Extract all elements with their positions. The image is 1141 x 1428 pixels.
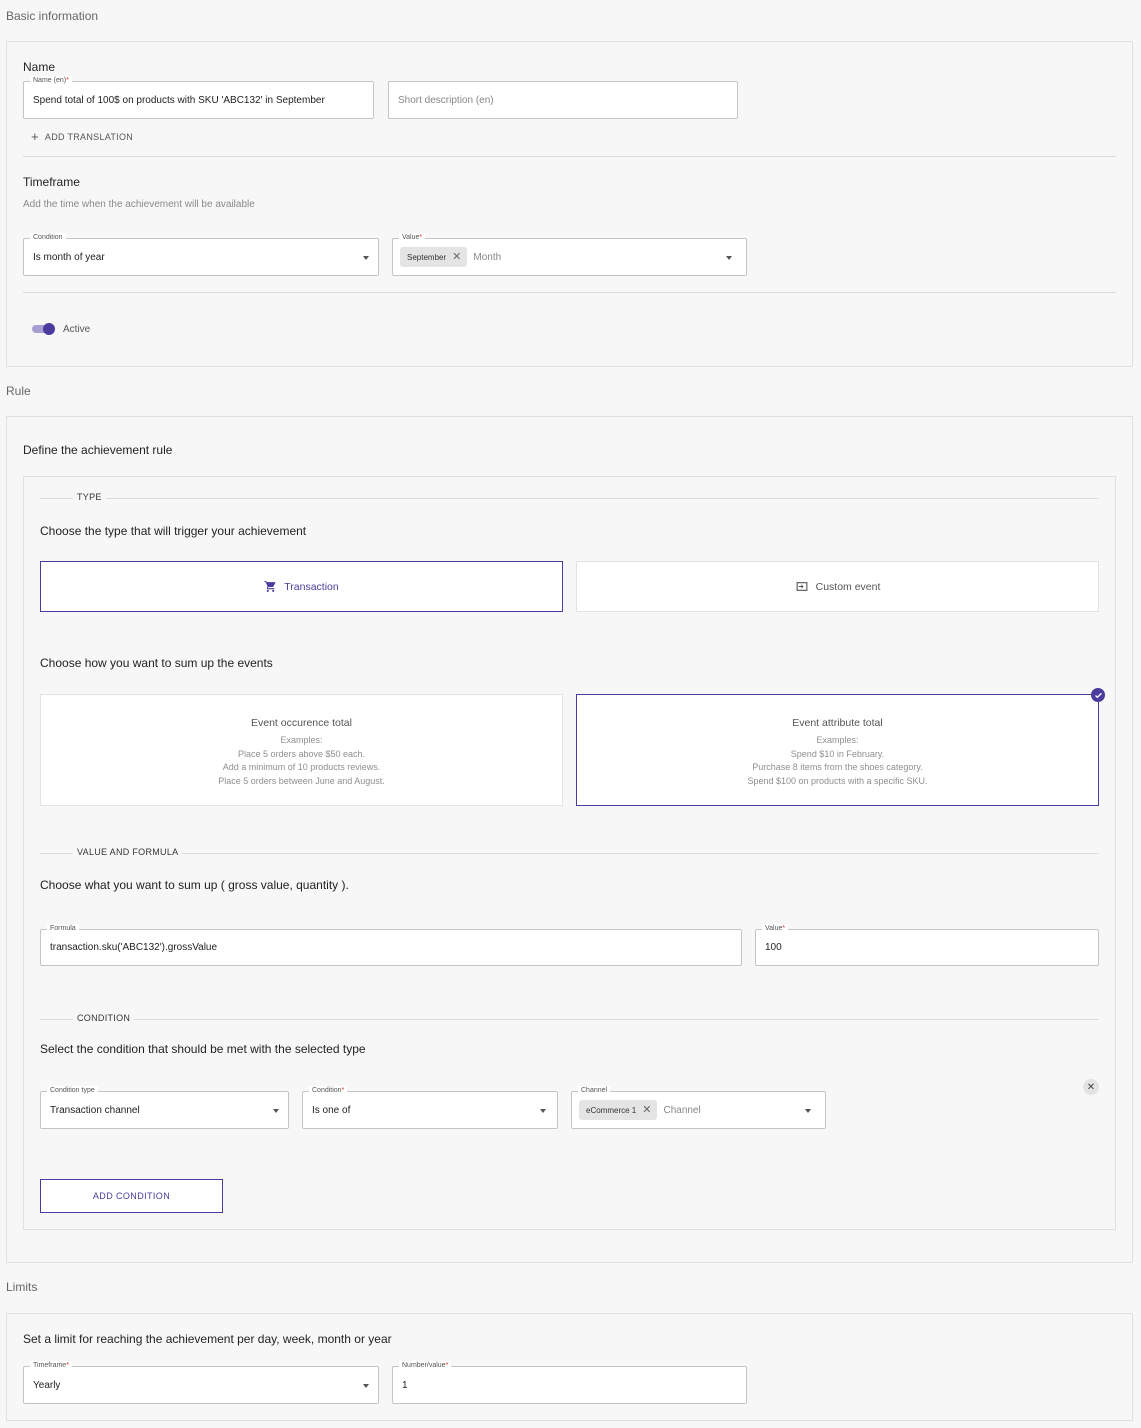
add-condition-button[interactable]: ADD CONDITION [40, 1179, 223, 1213]
name-divider [23, 156, 1116, 157]
chevron-down-icon [363, 256, 369, 260]
example-line: Place 5 orders between June and August. [218, 775, 385, 786]
condition-select[interactable]: Condition* Is one of [302, 1086, 558, 1129]
name-field-value: Spend total of 100$ on products with SKU… [33, 94, 325, 106]
short-description-placeholder: Short description (en) [398, 94, 494, 106]
month-placeholder: Month [473, 251, 502, 263]
timeframe-condition-value: Is month of year [33, 251, 105, 263]
type-prompt: Choose the type that will trigger your a… [40, 524, 307, 538]
value-value: 100 [765, 942, 782, 953]
close-icon[interactable]: ✕ [642, 1104, 651, 1116]
channel-chip[interactable]: eCommerce 1 ✕ [579, 1100, 658, 1120]
example-line: Spend $100 on products with a specific S… [747, 775, 928, 786]
cart-icon [264, 580, 277, 593]
name-heading: Name [23, 60, 56, 74]
add-translation-label: ADD TRANSLATION [44, 131, 134, 142]
chevron-down-icon [363, 1384, 369, 1388]
channel-placeholder: Channel [663, 1104, 701, 1116]
condition-legend: CONDITION [73, 1013, 135, 1023]
type-legend: TYPE [73, 492, 106, 502]
type-option-custom-event-label: Custom event [815, 580, 881, 593]
sum-option-attribute[interactable]: Event attribute total Examples: Spend $1… [576, 694, 1099, 806]
check-circle-icon [1091, 688, 1105, 702]
basic-section-title: Basic information [6, 9, 99, 23]
sum-option-occurence-title: Event occurence total [251, 717, 352, 729]
add-translation-button[interactable]: + ADD TRANSLATION [31, 130, 133, 143]
chevron-down-icon [805, 1109, 811, 1113]
rule-heading: Define the achievement rule [23, 443, 173, 457]
examples-label: Examples: [816, 735, 859, 745]
examples-label: Examples: [280, 735, 323, 745]
name-field[interactable]: Name (en)* Spend total of 100$ on produc… [23, 76, 374, 119]
limit-number-field[interactable]: Number/value* 1 [392, 1361, 747, 1404]
condition-prompt: Select the condition that should be met … [40, 1042, 366, 1056]
example-line: Place 5 orders above $50 each. [237, 748, 366, 759]
close-icon[interactable]: ✕ [452, 251, 461, 263]
limits-heading: Set a limit for reaching the achievement… [23, 1332, 392, 1346]
active-toggle[interactable] [32, 323, 56, 335]
toggle-thumb [43, 323, 55, 335]
month-chip[interactable]: September ✕ [400, 247, 468, 267]
value-legend-line [40, 853, 1099, 854]
example-line: Spend $10 in February. [790, 748, 885, 759]
condition-value: Is one of [312, 1104, 351, 1116]
limit-timeframe-select[interactable]: Timeframe* Yearly [23, 1361, 379, 1404]
short-description-field[interactable]: Short description (en) [388, 81, 738, 119]
chevron-down-icon [540, 1109, 546, 1113]
type-option-transaction-label: Transaction [284, 580, 339, 593]
type-legend-line [40, 498, 1099, 499]
example-line: Purchase 8 items from the shoes category… [752, 762, 923, 772]
active-label: Active [63, 324, 91, 335]
timeframe-divider [23, 292, 1116, 293]
formula-value: transaction.sku('ABC132').grossValue [50, 942, 218, 953]
sum-option-attribute-title: Event attribute total [792, 717, 883, 729]
month-chip-label: September [407, 252, 447, 262]
login-icon [795, 580, 809, 593]
value-legend: VALUE AND FORMULA [73, 847, 183, 857]
value-field[interactable]: Value* 100 [755, 924, 1099, 966]
timeframe-heading: Timeframe [23, 175, 80, 189]
timeframe-condition-select[interactable]: Condition Is month of year [23, 233, 379, 276]
example-line: Add a minimum of 10 products reviews. [222, 762, 381, 772]
type-option-transaction[interactable]: Transaction [40, 561, 563, 612]
remove-condition-icon[interactable]: ✕ [1083, 1079, 1099, 1095]
rule-section-title: Rule [6, 384, 31, 398]
channel-chip-label: eCommerce 1 [586, 1105, 637, 1115]
condition-type-select[interactable]: Condition type Transaction channel [40, 1086, 289, 1129]
channel-select[interactable]: Channel eCommerce 1 ✕ Channel [571, 1086, 826, 1129]
condition-legend-line [40, 1019, 1099, 1020]
value-prompt: Choose what you want to sum up ( gross v… [40, 878, 349, 892]
limit-number-value: 1 [402, 1379, 408, 1391]
chevron-down-icon [273, 1109, 279, 1113]
limit-timeframe-value: Yearly [33, 1379, 61, 1391]
condition-type-value: Transaction channel [50, 1104, 140, 1116]
timeframe-value-select[interactable]: Value* September ✕ Month [392, 233, 747, 276]
timeframe-value-content: September ✕ Month [400, 239, 501, 275]
limits-section-title: Limits [6, 1280, 38, 1294]
timeframe-subtitle: Add the time when the achievement will b… [23, 199, 255, 210]
type-option-custom-event[interactable]: Custom event [576, 561, 1099, 612]
sum-prompt: Choose how you want to sum up the events [40, 656, 273, 670]
chevron-down-icon [726, 256, 732, 260]
formula-field[interactable]: Formula transaction.sku('ABC132').grossV… [40, 924, 742, 966]
sum-option-occurence[interactable]: Event occurence total Examples: Place 5 … [40, 694, 563, 806]
plus-icon: + [31, 129, 39, 144]
channel-content: eCommerce 1 ✕ Channel [579, 1092, 701, 1128]
